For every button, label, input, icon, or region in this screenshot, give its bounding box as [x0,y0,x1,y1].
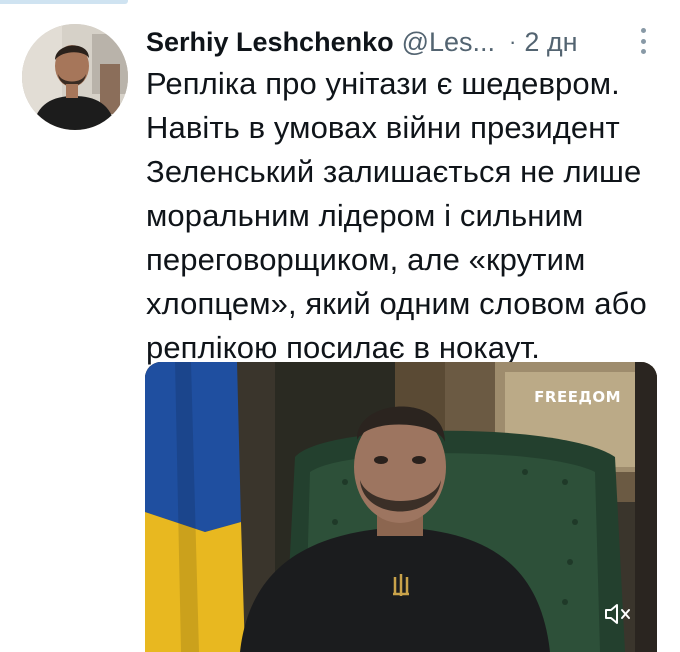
tweet: Serhiy Leshchenko @Les... · 2 дн Репліка… [0,0,680,652]
more-vertical-icon[interactable] [640,28,646,54]
tweet-header: Serhiy Leshchenko @Les... · 2 дн [146,22,666,62]
speaker-muted-icon[interactable] [597,594,637,634]
timestamp[interactable]: 2 дн [524,27,577,58]
author-name[interactable]: Serhiy Leshchenko [146,27,394,58]
tweet-text: Репліка про унітази є шедевром. Навіть в… [146,66,647,365]
separator: · [509,29,517,54]
media-video[interactable]: FREEДOM [145,362,657,652]
author-handle[interactable]: @Les... [402,27,495,58]
avatar[interactable] [22,24,128,130]
freedom-brand-label: FREEДOM [534,388,621,406]
avatar-image [22,24,128,130]
